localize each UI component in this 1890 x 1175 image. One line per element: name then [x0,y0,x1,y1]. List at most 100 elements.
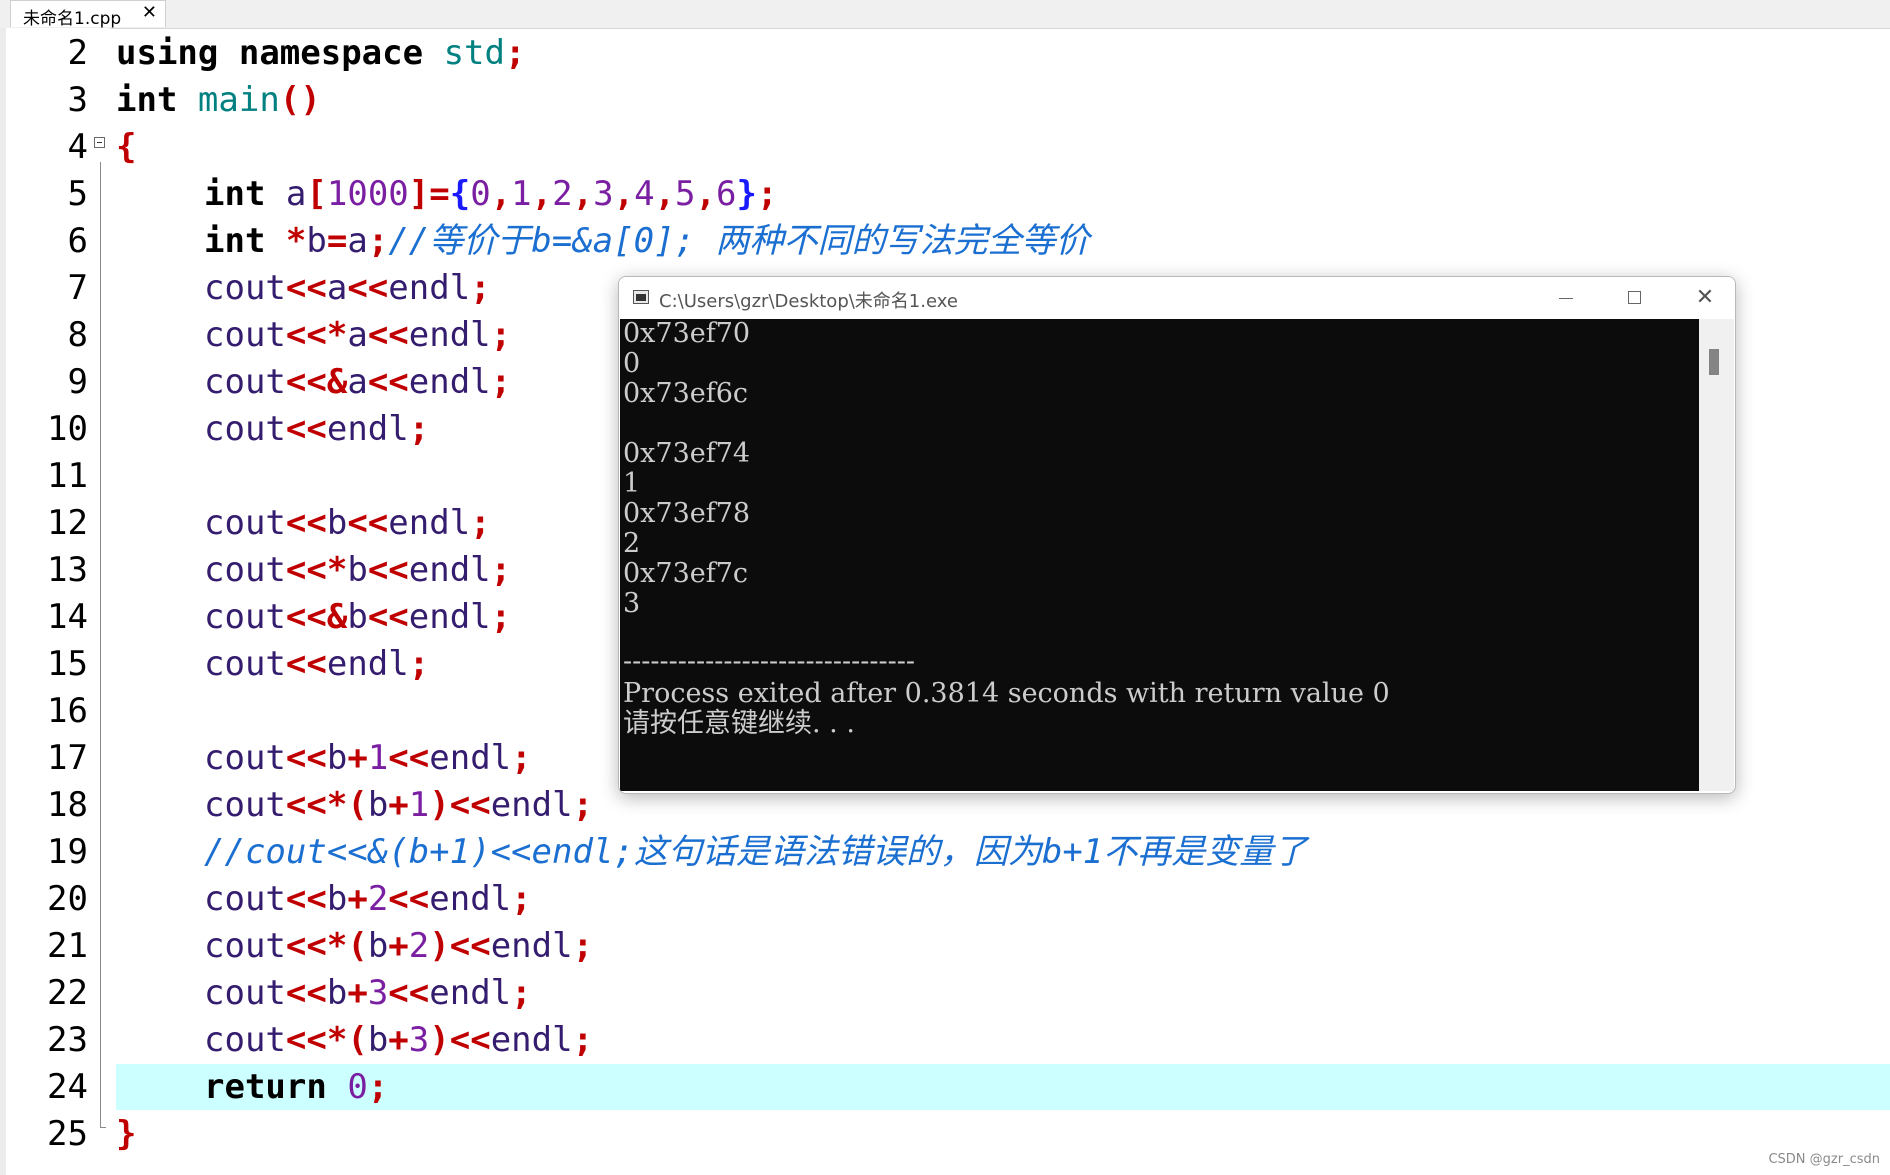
maximize-button[interactable] [1605,283,1665,313]
code-line[interactable]: cout<<*b<<endl; [116,547,511,594]
line-number: 23 [47,1020,88,1060]
namespace-name: std [443,33,505,73]
code-line[interactable]: cout<<b<<endl; [116,500,491,547]
type-keyword: int [204,221,266,261]
code-comment: //等价于b=&a[0]; 两种不同的写法完全等价 [388,221,1090,261]
identifier: cout [204,409,286,449]
code-line[interactable]: int *b=a;//等价于b=&a[0]; 两种不同的写法完全等价 [116,218,1090,265]
comma: , [572,174,594,214]
console-app-icon [633,290,649,304]
operator: ( [347,926,368,966]
identifier: cout [204,1020,286,1060]
editor-tab-bar: 未命名1.cpp ✕ [0,0,1890,29]
code-line[interactable]: cout<<a<<endl; [116,265,491,312]
code-line[interactable]: cout<<b+3<<endl; [116,970,532,1017]
identifier: b [367,785,389,825]
open-brace: { [116,127,137,167]
file-tab[interactable]: 未命名1.cpp ✕ [10,0,166,29]
code-line[interactable]: cout<<endl; [116,641,429,688]
operator: + [347,879,368,919]
code-line[interactable]: int main() [116,77,321,124]
code-line[interactable]: cout<<b+2<<endl; [116,876,532,923]
code-line[interactable]: } [116,1111,136,1158]
line-number: 4 [67,127,88,167]
identifier: endl [490,785,573,825]
close-tab-icon[interactable]: ✕ [142,2,157,23]
code-line[interactable]: //cout<<&(b+1)<<endl;这句话是语法错误的，因为b+1不再是变… [116,829,1307,876]
identifier: b [326,503,348,543]
identifier: endl [429,973,512,1013]
code-line[interactable]: cout<<*(b+1)<<endl; [116,782,593,829]
console-line: Process exited after 0.3814 seconds with… [623,678,1390,709]
number: 1 [408,785,430,825]
fold-collapse-icon[interactable] [94,137,105,148]
semicolon: ; [490,362,512,402]
console-title-bar[interactable]: C:\Users\gzr\Desktop\未命名1.exe ✕ [619,277,1735,319]
code-line[interactable]: using namespace std; [116,30,525,77]
identifier: endl [388,268,471,308]
console-line: 2 [623,528,641,559]
operator: << [285,879,327,919]
line-number: 14 [47,597,88,637]
operator: << [388,879,430,919]
code-line[interactable]: int a[1000]={0,1,2,3,4,5,6}; [116,171,777,218]
semicolon: ; [572,785,594,825]
operator: + [388,1020,409,1060]
operator: ( [347,1020,368,1060]
line-number: 20 [47,879,88,919]
close-window-button[interactable]: ✕ [1675,283,1735,313]
line-number: 25 [47,1114,88,1154]
console-output[interactable]: 0x73ef70 0 0x73ef6c 0x73ef74 1 0x73ef78 … [620,319,1699,791]
semicolon: ; [511,738,532,778]
line-number: 17 [47,738,88,778]
code-line[interactable]: cout<<&a<<endl; [116,359,511,406]
console-window[interactable]: C:\Users\gzr\Desktop\未命名1.exe ✕ 0x73ef70… [618,276,1736,794]
code-line[interactable]: cout<<b+1<<endl; [116,735,532,782]
code-line[interactable]: cout<<endl; [116,406,429,453]
code-line[interactable]: { [116,124,136,171]
code-line[interactable]: cout<<*a<<endl; [116,312,511,359]
console-line: 0x73ef70 [623,318,751,349]
console-line: 0x73ef7c [623,558,749,589]
semicolon: ; [504,33,526,73]
operator: << [285,597,327,637]
operator: << [347,268,389,308]
identifier: b [347,550,368,590]
code-line[interactable]: cout<<&b<<endl; [116,594,511,641]
operator: << [285,1020,327,1060]
code-line-current[interactable]: return 0; [116,1064,388,1111]
comma: , [654,174,676,214]
console-scrollbar[interactable] [1699,319,1734,791]
number: 2 [552,174,573,214]
scrollbar-thumb[interactable] [1709,349,1719,375]
operator: * [326,785,348,825]
console-line: 3 [623,588,641,619]
keyword: return [204,1067,327,1107]
keyword: using [116,33,219,73]
identifier: endl [429,738,512,778]
number: 1 [367,738,389,778]
number: 1000 [326,174,409,214]
code-line[interactable]: cout<<*(b+2)<<endl; [116,923,593,970]
identifier: cout [204,879,286,919]
operator: << [449,926,491,966]
line-number: 11 [47,456,88,496]
semicolon: ; [408,644,430,684]
semicolon: ; [470,268,491,308]
semicolon: ; [511,879,532,919]
identifier: b [306,221,327,261]
identifier: b [326,879,348,919]
minimize-button[interactable] [1535,283,1595,313]
identifier: a [347,221,368,261]
identifier: endl [429,879,512,919]
line-number: 9 [67,362,88,402]
code-line[interactable]: cout<<*(b+3)<<endl; [116,1017,593,1064]
operator: [ [306,174,327,214]
semicolon: ; [470,503,491,543]
console-separator: -------------------------------- [623,646,915,677]
watermark: CSDN @gzr_csdn [1768,1152,1880,1167]
comma: , [531,174,553,214]
operator: << [285,973,327,1013]
operator: << [367,315,409,355]
identifier: cout [204,785,286,825]
